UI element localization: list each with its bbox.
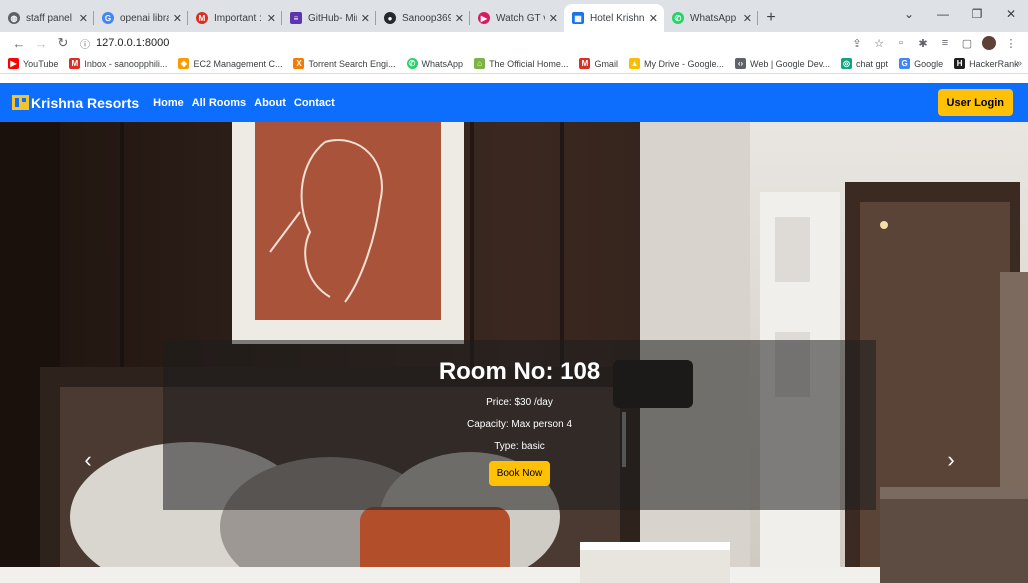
lock-extension-icon[interactable]: ▫ bbox=[890, 37, 912, 49]
gmail-icon: M bbox=[196, 12, 208, 24]
nav-link-contact[interactable]: Contact bbox=[294, 97, 335, 109]
room-number: Room No: 108 bbox=[438, 358, 601, 385]
gmail-icon: M bbox=[579, 58, 591, 69]
bookmark-item[interactable]: ▲ My Drive - Google... bbox=[628, 58, 724, 69]
carousel-next-icon[interactable]: › bbox=[936, 447, 966, 473]
browser-tab[interactable]: ≡GitHub- Mini-pro✕ bbox=[282, 4, 376, 32]
forward-icon[interactable]: → bbox=[30, 36, 52, 51]
room-type: Type: basic bbox=[494, 441, 545, 452]
hackerrank-icon: H bbox=[954, 58, 966, 69]
github-icon: ● bbox=[384, 12, 396, 24]
close-window-icon[interactable]: ✕ bbox=[994, 7, 1028, 21]
whatsapp-icon: ✆ bbox=[406, 58, 418, 69]
bookmark-item[interactable]: M Inbox - sanoopphili... bbox=[69, 58, 167, 69]
drive-icon: ▲ bbox=[628, 58, 640, 69]
code-icon: ‹› bbox=[734, 58, 746, 69]
address-bar[interactable]: ⓘ 127.0.0.1:8000 bbox=[80, 33, 846, 53]
bookmark-item[interactable]: ⌂ The Official Home... bbox=[474, 58, 568, 69]
browser-tab[interactable]: ◍ staff panel ✕ bbox=[0, 4, 94, 32]
room-carousel: Room No: 108 Price: $30 /day Capacity: M… bbox=[0, 122, 1028, 583]
site-navbar: Krishna Resorts Home All Rooms About Con… bbox=[0, 83, 1028, 122]
bookmark-item[interactable]: ▶ YouTube bbox=[8, 58, 58, 69]
window-controls: ⌄ — ❐ ✕ bbox=[892, 0, 1028, 28]
bookmark-item[interactable]: ◆ EC2 Management C... bbox=[178, 58, 282, 69]
bookmark-item[interactable]: ‹› Web | Google Dev... bbox=[734, 58, 830, 69]
bookmark-item[interactable]: ✆ WhatsApp bbox=[406, 58, 463, 69]
profile-avatar[interactable] bbox=[982, 36, 996, 50]
nav-link-about[interactable]: About bbox=[254, 97, 286, 109]
bookmark-item[interactable]: M Gmail bbox=[579, 58, 618, 69]
share-icon[interactable]: ⇪ bbox=[846, 37, 868, 50]
aws-icon: ◆ bbox=[178, 58, 190, 69]
whatsapp-icon: ✆ bbox=[672, 12, 684, 24]
browser-tab-strip: ◍staff panel✕ Gopenai library - G✕ MImpo… bbox=[0, 0, 1028, 32]
browser-tab[interactable]: Gopenai library - G✕ bbox=[94, 4, 188, 32]
browser-tab[interactable]: ✆ WhatsApp ✕ bbox=[664, 4, 758, 32]
google-icon: G bbox=[102, 12, 114, 24]
slide-caption: Room No: 108 Price: $30 /day Capacity: M… bbox=[163, 340, 876, 510]
bookmark-item[interactable]: H HackerRank bbox=[954, 58, 1019, 69]
google-icon: G bbox=[899, 58, 911, 69]
chatgpt-icon: ◎ bbox=[841, 58, 853, 69]
page-icon: ▦ bbox=[572, 12, 584, 24]
close-tab-icon[interactable]: ✕ bbox=[267, 12, 276, 25]
menu-icon[interactable]: ⋮ bbox=[1000, 37, 1022, 50]
restore-icon[interactable]: ❐ bbox=[960, 7, 994, 21]
site-info-icon[interactable]: ⓘ bbox=[80, 36, 90, 51]
back-icon[interactable]: ← bbox=[8, 36, 30, 51]
browser-tab[interactable]: MImportant : Regar✕ bbox=[188, 4, 282, 32]
tab-search-icon[interactable]: ⌄ bbox=[892, 7, 926, 21]
user-login-button[interactable]: User Login bbox=[937, 89, 1013, 116]
close-tab-icon[interactable]: ✕ bbox=[743, 12, 752, 25]
gmail-icon: M bbox=[69, 58, 81, 69]
more-bookmarks-icon[interactable]: » bbox=[1016, 58, 1022, 69]
extensions-icon[interactable]: ✱ bbox=[912, 37, 934, 50]
hotel-logo-icon bbox=[12, 95, 29, 110]
room-price: Price: $30 /day bbox=[486, 397, 553, 408]
book-now-button[interactable]: Book Now bbox=[488, 461, 551, 486]
sidepanel-icon[interactable]: ▢ bbox=[956, 37, 978, 50]
browser-tab-active[interactable]: ▦ Hotel Krishna ✕ bbox=[564, 4, 664, 32]
browser-tab[interactable]: ▶Watch GT vs✕ bbox=[470, 4, 564, 32]
close-tab-icon[interactable]: ✕ bbox=[173, 12, 182, 25]
youtube-icon: ▶ bbox=[8, 58, 19, 69]
close-tab-icon[interactable]: ✕ bbox=[549, 12, 558, 25]
nav-link-all-rooms[interactable]: All Rooms bbox=[192, 97, 246, 109]
close-tab-icon[interactable]: ✕ bbox=[79, 12, 88, 25]
bookmark-item[interactable]: G Google bbox=[899, 58, 943, 69]
bookmark-item[interactable]: ◎ chat gpt bbox=[841, 58, 888, 69]
browser-tab[interactable]: ●Sanoop369/Soluti✕ bbox=[376, 4, 470, 32]
close-tab-icon[interactable]: ✕ bbox=[361, 12, 370, 25]
bookmark-item[interactable]: X Torrent Search Engi... bbox=[293, 58, 396, 69]
reading-list-icon[interactable]: ≡ bbox=[934, 37, 956, 49]
room-capacity: Capacity: Max person 4 bbox=[466, 419, 573, 430]
browser-toolbar: ← → ↻ ⓘ 127.0.0.1:8000 ⇪ ☆ ▫ ✱ ≡ ▢ ⋮ bbox=[0, 32, 1028, 54]
reload-icon[interactable]: ↻ bbox=[52, 35, 74, 51]
brand-name: Krishna Resorts bbox=[31, 94, 140, 111]
torrent-icon: X bbox=[293, 58, 305, 69]
close-tab-icon[interactable]: ✕ bbox=[649, 12, 658, 25]
carousel-prev-icon[interactable]: ‹ bbox=[73, 447, 103, 473]
tv-icon: ▶ bbox=[478, 12, 490, 24]
globe-icon: ◍ bbox=[8, 12, 20, 24]
address-text: 127.0.0.1:8000 bbox=[96, 37, 170, 49]
brand[interactable]: Krishna Resorts bbox=[12, 95, 139, 111]
star-icon[interactable]: ☆ bbox=[868, 37, 890, 50]
bookmarks-bar: ▶ YouTube M Inbox - sanoopphili... ◆ EC2 Ma… bbox=[0, 54, 1028, 74]
new-tab-button[interactable]: + bbox=[758, 4, 784, 32]
page-icon: ⌂ bbox=[474, 58, 486, 69]
nav-link-home[interactable]: Home bbox=[153, 97, 184, 109]
minimize-icon[interactable]: — bbox=[926, 7, 960, 21]
sheet-icon: ≡ bbox=[290, 12, 302, 24]
close-tab-icon[interactable]: ✕ bbox=[455, 12, 464, 25]
